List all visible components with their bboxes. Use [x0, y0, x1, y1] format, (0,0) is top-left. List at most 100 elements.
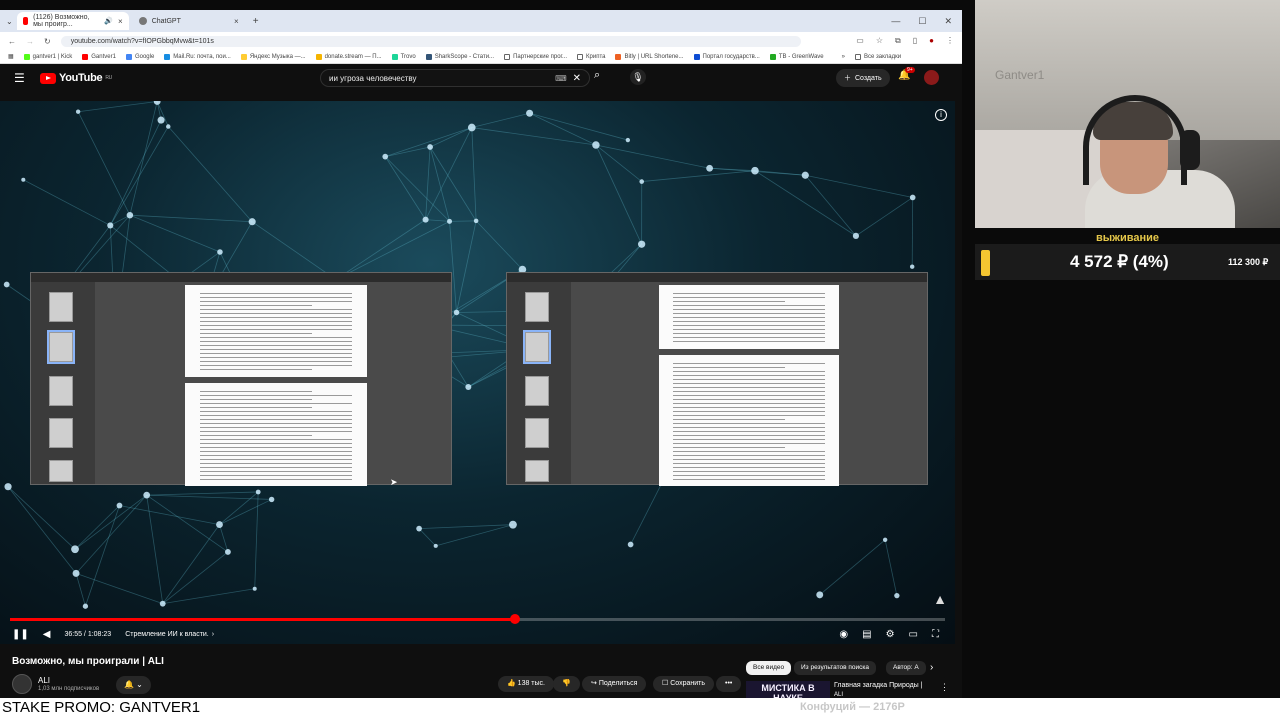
- bookmark-item[interactable]: Партнерские прог...: [504, 54, 567, 60]
- clear-search-icon[interactable]: ✕: [573, 73, 581, 84]
- bookmark-item[interactable]: Mail.Ru: почта, пои...: [164, 54, 231, 60]
- tab-youtube[interactable]: (1126) Возможно, мы проигр... 🔊 ×: [17, 12, 129, 30]
- channel-avatar[interactable]: [12, 674, 32, 694]
- profile-icon[interactable]: ●: [929, 36, 934, 46]
- network-line: [426, 128, 472, 220]
- channel-name[interactable]: ALI: [38, 676, 50, 685]
- hamburger-menu-icon[interactable]: ☰: [14, 71, 34, 85]
- text-line: [673, 451, 824, 452]
- bookmark-item[interactable]: Яндекс Музыка —...: [241, 54, 306, 60]
- maximize-icon[interactable]: ☐: [918, 16, 926, 27]
- bookmark-item[interactable]: Портал государств...: [694, 54, 760, 60]
- bookmark-item[interactable]: Trovo: [392, 54, 416, 60]
- search-input[interactable]: ии угроза человечеству ⌨ ✕: [320, 69, 590, 87]
- all-bookmarks[interactable]: Все закладки: [855, 54, 901, 60]
- filter-chip-all[interactable]: Все видео: [746, 661, 791, 675]
- dislike-button[interactable]: 👎: [553, 676, 580, 692]
- youtube-favicon-icon: [23, 17, 28, 25]
- text-line: [200, 479, 353, 480]
- settings-gear-icon[interactable]: ⚙: [886, 629, 895, 640]
- create-button[interactable]: ＋ Создать: [836, 69, 890, 87]
- network-line: [820, 540, 885, 595]
- bookmark-label: Trovo: [401, 54, 416, 60]
- microphone-icon[interactable]: 🎙: [630, 69, 646, 85]
- network-line: [430, 147, 476, 221]
- channel-watermark-icon[interactable]: ▲: [933, 591, 947, 607]
- text-line: [200, 361, 353, 362]
- text-line: [200, 439, 353, 440]
- new-tab-button[interactable]: +: [253, 16, 259, 27]
- text-line: [673, 301, 785, 302]
- bookmark-star-icon[interactable]: ☆: [876, 36, 883, 46]
- youtube-logo[interactable]: YouTube RU: [40, 72, 112, 84]
- save-button[interactable]: ☐ Сохранить: [653, 676, 714, 692]
- volume-icon[interactable]: ◀: [43, 629, 51, 640]
- speaker-icon[interactable]: 🔊: [104, 17, 113, 25]
- filter-chip-search[interactable]: Из результатов поиска: [794, 661, 876, 675]
- autoplay-toggle-icon[interactable]: ◉: [839, 629, 848, 640]
- theater-mode-icon[interactable]: ▭: [909, 629, 918, 640]
- fullscreen-icon[interactable]: ⛶: [932, 629, 939, 640]
- more-bookmarks-icon[interactable]: »: [842, 54, 845, 60]
- back-icon[interactable]: ←: [8, 37, 16, 46]
- sidebar-icon[interactable]: ▯: [913, 36, 917, 46]
- extensions-icon[interactable]: ⧉: [895, 36, 901, 46]
- network-node: [249, 218, 256, 225]
- chevron-right-icon[interactable]: ›: [930, 662, 933, 673]
- text-line: [200, 353, 353, 354]
- text-line: [673, 403, 824, 404]
- close-window-icon[interactable]: ✕: [944, 16, 952, 27]
- share-button[interactable]: ↪ Поделиться: [582, 676, 646, 692]
- bookmark-item[interactable]: TB - GreenWave: [770, 54, 824, 60]
- account-avatar[interactable]: [924, 70, 939, 85]
- text-line: [200, 357, 353, 358]
- pause-icon[interactable]: ❚❚: [12, 629, 29, 640]
- progress-bar[interactable]: [10, 618, 945, 621]
- bookmark-item[interactable]: SharkScope - Стати...: [426, 54, 494, 60]
- info-icon[interactable]: i: [935, 109, 947, 121]
- subtitles-icon[interactable]: ▤: [862, 629, 871, 640]
- more-actions-button[interactable]: •••: [716, 676, 741, 692]
- tab-list-icon[interactable]: ⌄: [6, 17, 13, 26]
- pdf-thumbnail: [49, 460, 73, 482]
- pdf-thumbnail: [49, 332, 73, 362]
- close-tab-icon[interactable]: ×: [118, 17, 123, 26]
- text-line: [673, 329, 824, 330]
- bookmark-item[interactable]: gantver1 | Kick: [24, 54, 73, 60]
- bookmark-item[interactable]: Крипта: [577, 54, 605, 60]
- apps-grid-icon[interactable]: ▦: [8, 53, 14, 60]
- browser-window: ⌄ (1126) Возможно, мы проигр... 🔊 × Chat…: [0, 10, 962, 698]
- text-line: [200, 471, 353, 472]
- video-player[interactable]: i ➤ ▲ ❚❚ ◀ 36:55 / 1:08:23 Стремление ИИ…: [0, 101, 955, 644]
- network-line: [426, 220, 450, 222]
- bookmark-item[interactable]: Google: [126, 54, 154, 60]
- filter-chip-author[interactable]: Автор: А: [886, 661, 926, 675]
- tab-chatgpt[interactable]: ChatGPT ×: [133, 12, 245, 30]
- search-icon[interactable]: ⌕: [594, 69, 600, 82]
- subscription-bell-button[interactable]: 🔔 ⌄: [116, 676, 151, 694]
- recommendation-title[interactable]: Главная загадка Природы |: [834, 682, 922, 689]
- text-line: [673, 371, 824, 372]
- network-node: [158, 117, 165, 124]
- url-field[interactable]: youtube.com/watch?v=fIOPGbbqMvw&t=101s: [61, 36, 801, 47]
- browser-menu-icon[interactable]: ⋮: [946, 36, 954, 46]
- bookmark-label: Gantver1: [91, 54, 116, 60]
- like-button[interactable]: 👍 138 тыс.: [498, 676, 554, 692]
- progress-scrubber[interactable]: [510, 614, 520, 624]
- minimize-icon[interactable]: —: [891, 16, 900, 27]
- recommendation-menu-icon[interactable]: ⋮: [940, 682, 949, 693]
- close-tab-icon[interactable]: ×: [234, 17, 239, 26]
- reload-icon[interactable]: ↻: [44, 37, 51, 46]
- chapter-button[interactable]: Стремление ИИ к власти. ›: [125, 631, 214, 638]
- keyboard-icon[interactable]: ⌨: [555, 74, 567, 83]
- forward-icon[interactable]: →: [26, 37, 34, 46]
- tradingview-favicon-icon: [770, 54, 776, 60]
- cast-icon[interactable]: ▭: [856, 36, 864, 46]
- bookmark-item[interactable]: Gantver1: [82, 54, 116, 60]
- text-line: [200, 447, 353, 448]
- bookmark-item[interactable]: Bitly | URL Shortene...: [615, 54, 683, 60]
- pdf-thumbnail: [525, 332, 549, 362]
- network-line: [472, 113, 530, 127]
- bookmark-item[interactable]: donate.stream — П...: [316, 54, 382, 60]
- network-node: [427, 144, 433, 150]
